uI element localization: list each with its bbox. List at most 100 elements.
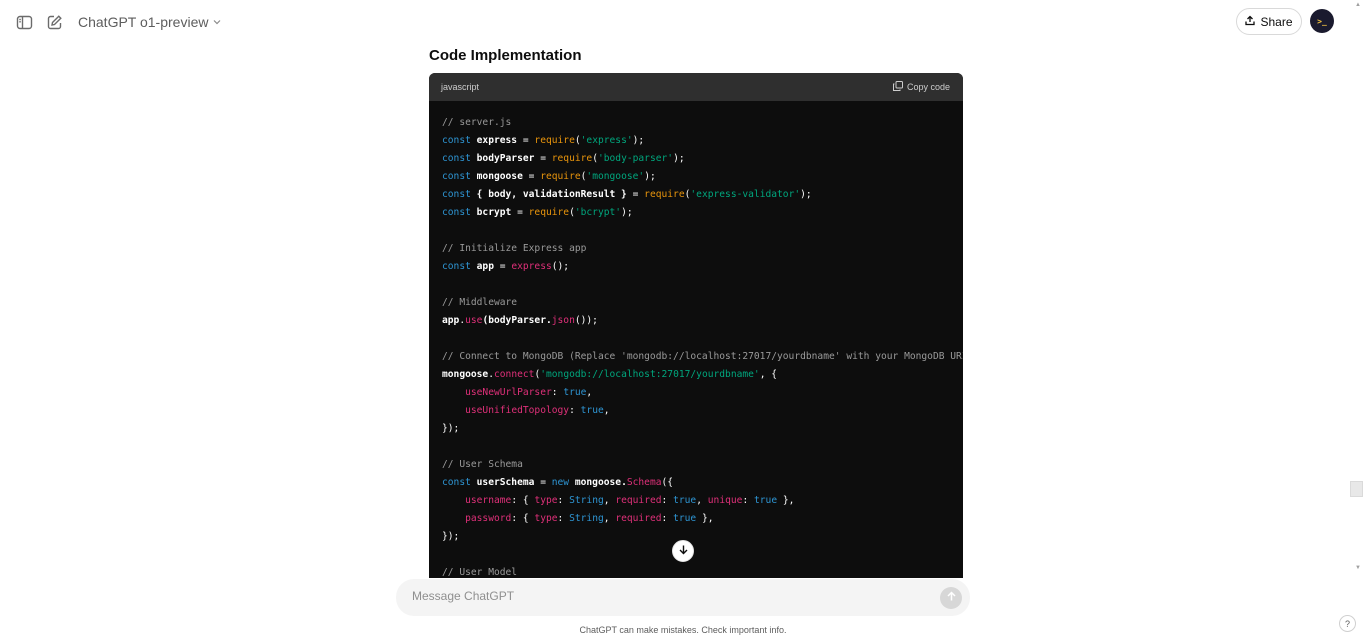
code-token: username <box>465 495 512 506</box>
code-token: = <box>493 261 512 272</box>
code-token: ); <box>673 153 685 164</box>
code-token: app <box>476 261 494 272</box>
share-button[interactable]: Share <box>1236 8 1302 35</box>
code-token: }, <box>696 513 714 524</box>
scrollbar-up-arrow[interactable]: ▲ <box>1355 2 1361 8</box>
code-token: require <box>534 135 575 146</box>
code-token: : <box>557 513 570 524</box>
code-token: const <box>442 171 477 182</box>
code-token: const <box>442 207 477 218</box>
code-token: // server.js <box>442 117 512 128</box>
code-token: use <box>465 315 483 326</box>
code-token: password <box>465 513 512 524</box>
code-token: // User Schema <box>442 459 523 470</box>
code-token: const <box>442 135 477 146</box>
code-line: useUnifiedTopology: true, <box>442 402 963 420</box>
code-line: password: { type: String, required: true… <box>442 510 963 528</box>
copy-icon <box>892 81 903 93</box>
code-token: { body, validationResult } <box>476 189 627 200</box>
scrollbar-down-arrow[interactable]: ▼ <box>1355 565 1361 571</box>
code-token: true <box>563 387 587 398</box>
code-token: const <box>442 477 477 488</box>
code-token: require <box>644 189 685 200</box>
model-selector[interactable]: ChatGPT o1-preview <box>78 14 222 30</box>
code-token: ({ <box>661 477 674 488</box>
code-token: , <box>586 387 593 398</box>
code-token: 'body-parser' <box>597 153 674 164</box>
help-icon: ? <box>1344 618 1350 629</box>
code-token: : <box>557 495 570 506</box>
code-block: javascript Copy code // server.js const e… <box>429 73 963 578</box>
code-token: type <box>534 513 558 524</box>
scroll-to-bottom-button[interactable] <box>672 540 694 562</box>
code-line: // User Schema <box>442 456 963 474</box>
code-token: String <box>569 513 604 524</box>
code-token: String <box>569 495 604 506</box>
code-token: bcrypt <box>476 207 512 218</box>
code-token: unique <box>707 495 743 506</box>
top-bar: ChatGPT o1-preview Share >_ <box>0 0 1366 44</box>
code-token: = <box>626 189 645 200</box>
send-button[interactable] <box>940 587 962 609</box>
code-token: Schema <box>626 477 662 488</box>
code-token: : { <box>511 513 535 524</box>
code-line: const userSchema = new mongoose.Schema({ <box>442 474 963 492</box>
code-token: userSchema <box>476 477 535 488</box>
code-token: : <box>661 513 674 524</box>
code-line: // Connect to MongoDB (Replace 'mongodb:… <box>442 348 963 366</box>
code-token: 'bcrypt' <box>574 207 622 218</box>
code-token: required <box>615 495 662 506</box>
code-line: }); <box>442 420 963 438</box>
code-token: }, <box>777 495 795 506</box>
code-language-label: javascript <box>441 82 480 92</box>
code-token: ()); <box>574 315 598 326</box>
code-line: mongoose.connect('mongodb://localhost:27… <box>442 366 963 384</box>
code-token: express <box>511 261 552 272</box>
avatar[interactable]: >_ <box>1310 9 1334 33</box>
scrollbar-thumb[interactable] <box>1350 481 1363 497</box>
code-token: type <box>534 495 558 506</box>
code-token: , <box>603 405 610 416</box>
code-token: 'mongodb://localhost:27017/yourdbname' <box>540 369 760 380</box>
code-token: : <box>661 495 674 506</box>
code-token: : <box>551 387 564 398</box>
help-button[interactable]: ? <box>1339 615 1356 632</box>
code-token: const <box>442 189 477 200</box>
code-token: }); <box>442 531 460 542</box>
new-chat-icon[interactable] <box>44 12 64 32</box>
code-token: (); <box>551 261 570 272</box>
code-line: // server.js <box>442 114 963 132</box>
code-line: username: { type: String, required: true… <box>442 492 963 510</box>
code-line: // Initialize Express app <box>442 240 963 258</box>
copy-code-button[interactable]: Copy code <box>892 81 950 93</box>
share-icon <box>1245 15 1256 29</box>
share-label: Share <box>1260 14 1293 29</box>
code-line: // Middleware <box>442 294 963 312</box>
code-token: : { <box>511 495 535 506</box>
code-token: (bodyParser. <box>482 315 552 326</box>
code-token: = <box>517 135 535 146</box>
sidebar-toggle-icon[interactable] <box>14 12 34 32</box>
chevron-down-icon <box>212 14 222 30</box>
code-token: , { <box>759 369 778 380</box>
arrow-up-icon <box>946 589 957 607</box>
code-token: useUnifiedTopology <box>465 405 570 416</box>
code-token: 'express' <box>580 135 633 146</box>
code-token: connect <box>494 369 535 380</box>
message-input[interactable] <box>412 589 912 603</box>
code-token: required <box>615 513 662 524</box>
code-line: app.use(bodyParser.json()); <box>442 312 963 330</box>
code-token: true <box>673 513 697 524</box>
code-token: = <box>522 171 541 182</box>
code-content: // server.js const express = require('exp… <box>429 101 963 578</box>
code-token: ); <box>800 189 812 200</box>
code-token: // Connect to MongoDB (Replace 'mongodb:… <box>442 351 963 362</box>
code-line: const bcrypt = require('bcrypt'); <box>442 204 963 222</box>
